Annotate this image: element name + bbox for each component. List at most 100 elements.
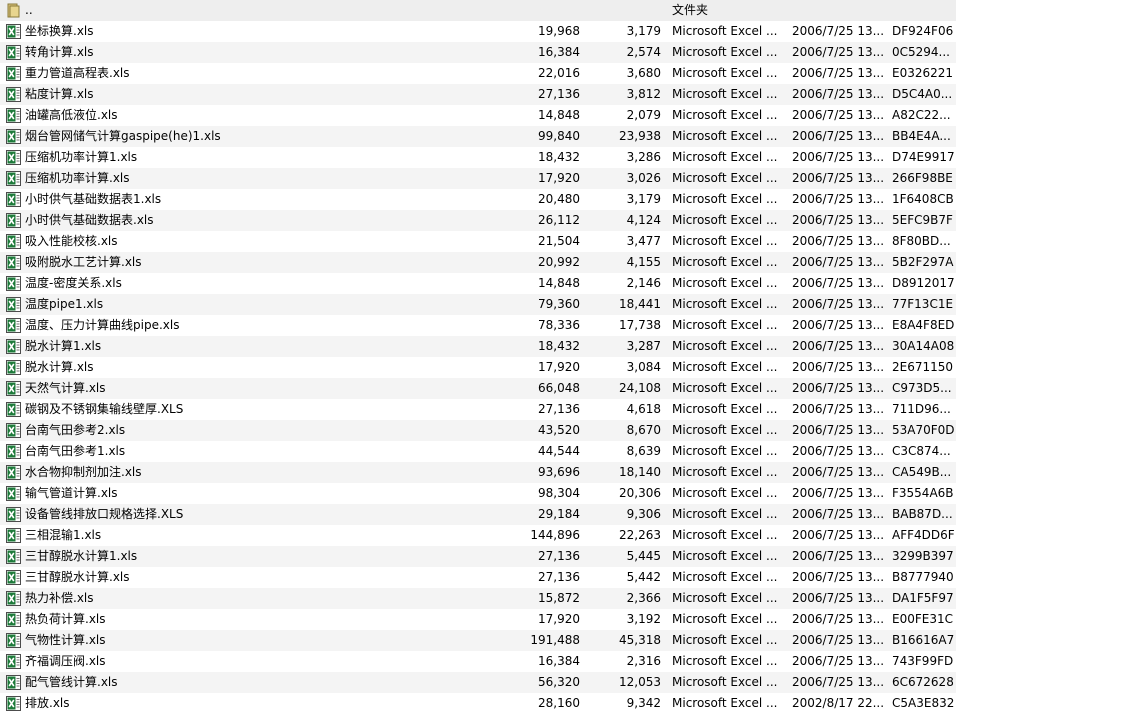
file-row[interactable]: 台南气田参考1.xls 44,544 8,639 Microsoft Excel… (0, 441, 956, 462)
file-row[interactable]: 输气管道计算.xls 98,304 20,306 Microsoft Excel… (0, 483, 956, 504)
file-packed-size: 3,287 (626, 339, 661, 353)
file-modified: 2006/7/25 13... (792, 234, 884, 248)
file-size: 18,432 (538, 150, 580, 164)
file-crc: F3554A6B (892, 486, 954, 500)
file-row[interactable]: 三甘醇脱水计算.xls 27,136 5,442 Microsoft Excel… (0, 567, 956, 588)
file-crc: C973D5... (892, 381, 952, 395)
file-crc: B16616A7 (892, 633, 954, 647)
file-name: 台南气田参考2.xls (25, 423, 126, 437)
file-row[interactable]: 三相混输1.xls 144,896 22,263 Microsoft Excel… (0, 525, 956, 546)
file-modified: 2006/7/25 13... (792, 360, 884, 374)
file-crc: 266F98BE (892, 171, 953, 185)
file-name: 转角计算.xls (25, 45, 94, 59)
file-name: 配气管线计算.xls (25, 675, 118, 689)
file-type: Microsoft Excel ... (672, 381, 778, 395)
file-crc: 5B2F297A (892, 255, 954, 269)
file-modified: 2006/7/25 13... (792, 528, 884, 542)
file-modified: 2006/7/25 13... (792, 66, 884, 80)
file-packed-size: 17,738 (619, 318, 661, 332)
file-modified: 2006/7/25 13... (792, 591, 884, 605)
file-size: 28,160 (538, 696, 580, 710)
file-packed-size: 3,192 (626, 612, 661, 626)
file-name: 吸入性能校核.xls (25, 234, 118, 248)
file-row[interactable]: 台南气田参考2.xls 43,520 8,670 Microsoft Excel… (0, 420, 956, 441)
file-row[interactable]: 吸附脱水工艺计算.xls 20,992 4,155 Microsoft Exce… (0, 252, 956, 273)
file-row[interactable]: 温度、压力计算曲线pipe.xls 78,336 17,738 Microsof… (0, 315, 956, 336)
file-row[interactable]: 水合物抑制剂加注.xls 93,696 18,140 Microsoft Exc… (0, 462, 956, 483)
excel-file-icon (6, 528, 21, 543)
file-row[interactable]: 小时供气基础数据表1.xls 20,480 3,179 Microsoft Ex… (0, 189, 956, 210)
file-row[interactable]: 碳钢及不锈钢集输线壁厚.XLS 27,136 4,618 Microsoft E… (0, 399, 956, 420)
file-crc: BB4E4A... (892, 129, 951, 143)
file-row[interactable]: 配气管线计算.xls 56,320 12,053 Microsoft Excel… (0, 672, 956, 693)
file-packed-size: 2,146 (626, 276, 661, 290)
excel-file-icon (6, 213, 21, 228)
file-row[interactable]: 三甘醇脱水计算1.xls 27,136 5,445 Microsoft Exce… (0, 546, 956, 567)
file-row[interactable]: 压缩机功率计算1.xls 18,432 3,286 Microsoft Exce… (0, 147, 956, 168)
file-row[interactable]: 设备管线排放口规格选择.XLS 29,184 9,306 Microsoft E… (0, 504, 956, 525)
file-packed-size: 5,445 (626, 549, 661, 563)
file-modified: 2006/7/25 13... (792, 108, 884, 122)
file-row[interactable]: 排放.xls 28,160 9,342 Microsoft Excel ... … (0, 693, 956, 714)
file-size: 15,872 (538, 591, 580, 605)
file-row[interactable]: 重力管道高程表.xls 22,016 3,680 Microsoft Excel… (0, 63, 956, 84)
file-row[interactable]: 温度pipe1.xls 79,360 18,441 Microsoft Exce… (0, 294, 956, 315)
file-row[interactable]: 脱水计算1.xls 18,432 3,287 Microsoft Excel .… (0, 336, 956, 357)
file-row[interactable]: 热负荷计算.xls 17,920 3,192 Microsoft Excel .… (0, 609, 956, 630)
file-type: Microsoft Excel ... (672, 87, 778, 101)
file-row[interactable]: 粘度计算.xls 27,136 3,812 Microsoft Excel ..… (0, 84, 956, 105)
excel-file-icon (6, 339, 21, 354)
excel-file-icon (6, 87, 21, 102)
file-packed-size: 18,441 (619, 297, 661, 311)
file-crc: 711D96... (892, 402, 951, 416)
file-row[interactable]: 压缩机功率计算.xls 17,920 3,026 Microsoft Excel… (0, 168, 956, 189)
file-crc: 8F80BD... (892, 234, 951, 248)
file-crc: 2E671150 (892, 360, 954, 374)
file-type: Microsoft Excel ... (672, 297, 778, 311)
file-row[interactable]: 小时供气基础数据表.xls 26,112 4,124 Microsoft Exc… (0, 210, 956, 231)
file-type: Microsoft Excel ... (672, 360, 778, 374)
file-name: 坐标换算.xls (25, 24, 94, 38)
file-row[interactable]: 气物性计算.xls 191,488 45,318 Microsoft Excel… (0, 630, 956, 651)
file-name: 气物性计算.xls (25, 633, 106, 647)
file-type: Microsoft Excel ... (672, 507, 778, 521)
file-size: 14,848 (538, 276, 580, 290)
file-packed-size: 3,812 (626, 87, 661, 101)
file-row[interactable]: 天然气计算.xls 66,048 24,108 Microsoft Excel … (0, 378, 956, 399)
file-row[interactable]: 温度-密度关系.xls 14,848 2,146 Microsoft Excel… (0, 273, 956, 294)
file-size: 21,504 (538, 234, 580, 248)
file-crc: 6C672628 (892, 675, 954, 689)
file-row[interactable]: 脱水计算.xls 17,920 3,084 Microsoft Excel ..… (0, 357, 956, 378)
file-packed-size: 4,124 (626, 213, 661, 227)
file-crc: DF924F06 (892, 24, 954, 38)
parent-folder-row[interactable]: .. 文件夹 (0, 0, 956, 21)
file-name: 排放.xls (25, 696, 70, 710)
file-row[interactable]: 烟台管网储气计算gaspipe(he)1.xls 99,840 23,938 M… (0, 126, 956, 147)
file-row[interactable]: 油罐高低液位.xls 14,848 2,079 Microsoft Excel … (0, 105, 956, 126)
file-type: Microsoft Excel ... (672, 570, 778, 584)
file-size: 78,336 (538, 318, 580, 332)
file-modified: 2006/7/25 13... (792, 297, 884, 311)
file-name: 脱水计算1.xls (25, 339, 102, 353)
file-type: Microsoft Excel ... (672, 696, 778, 710)
file-crc: 53A70F0D (892, 423, 954, 437)
excel-file-icon (6, 45, 21, 60)
file-crc: 5EFC9B7F (892, 213, 953, 227)
file-modified: 2006/7/25 13... (792, 444, 884, 458)
file-row[interactable]: 吸入性能校核.xls 21,504 3,477 Microsoft Excel … (0, 231, 956, 252)
file-crc: E8A4F8ED (892, 318, 954, 332)
excel-file-icon (6, 66, 21, 81)
file-row[interactable]: 热力补偿.xls 15,872 2,366 Microsoft Excel ..… (0, 588, 956, 609)
file-packed-size: 18,140 (619, 465, 661, 479)
file-packed-size: 45,318 (619, 633, 661, 647)
file-row[interactable]: 转角计算.xls 16,384 2,574 Microsoft Excel ..… (0, 42, 956, 63)
file-crc: C5A3E832 (892, 696, 954, 710)
file-row[interactable]: 坐标换算.xls 19,968 3,179 Microsoft Excel ..… (0, 21, 956, 42)
file-row[interactable]: 齐福调压阀.xls 16,384 2,316 Microsoft Excel .… (0, 651, 956, 672)
file-crc: 77F13C1E (892, 297, 954, 311)
file-crc: D8912017 (892, 276, 954, 290)
file-name: 三甘醇脱水计算1.xls (25, 549, 138, 563)
file-packed-size: 2,079 (626, 108, 661, 122)
file-modified: 2006/7/25 13... (792, 129, 884, 143)
file-crc: E00FE31C (892, 612, 953, 626)
